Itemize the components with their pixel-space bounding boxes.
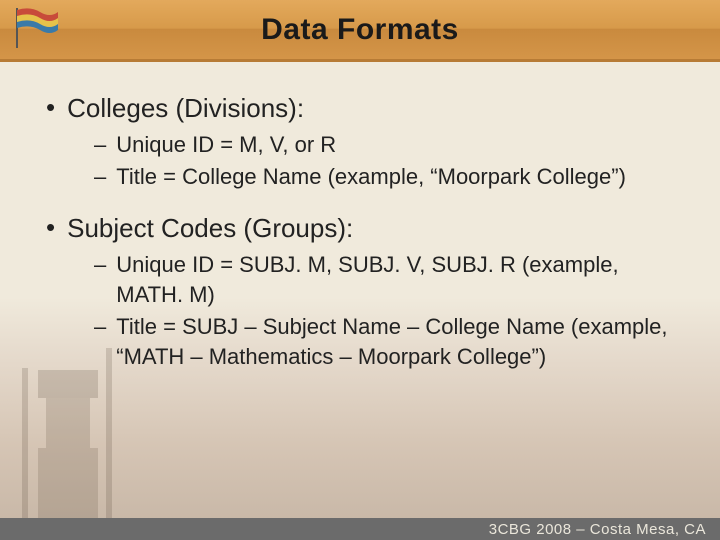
bullet-label: Subject Codes (Groups): — [67, 212, 353, 244]
content-area: • Colleges (Divisions): – Unique ID = M,… — [40, 82, 680, 374]
bullet-dot-icon: • — [46, 212, 55, 242]
dash-icon: – — [94, 250, 106, 280]
dash-icon: – — [94, 162, 106, 192]
bullet-dot-icon: • — [46, 92, 55, 122]
title-bar: Data Formats — [0, 0, 720, 62]
bullet-item: • Subject Codes (Groups): — [40, 212, 680, 244]
sub-bullet-item: – Unique ID = M, V, or R — [94, 130, 680, 160]
sub-bullet-text: Unique ID = M, V, or R — [116, 130, 336, 160]
bullet-label: Colleges (Divisions): — [67, 92, 304, 124]
sub-bullet-text: Unique ID = SUBJ. M, SUBJ. V, SUBJ. R (e… — [116, 250, 676, 310]
sub-bullet-text: Title = SUBJ – Subject Name – College Na… — [116, 312, 676, 372]
slide-title: Data Formats — [261, 13, 459, 47]
slide: Data Formats • Colleges (Divisions): – U… — [0, 0, 720, 540]
dash-icon: – — [94, 312, 106, 342]
sub-bullet-text: Title = College Name (example, “Moorpark… — [116, 162, 626, 192]
sub-bullet-item: – Title = SUBJ – Subject Name – College … — [94, 312, 680, 372]
sub-bullet-item: – Unique ID = SUBJ. M, SUBJ. V, SUBJ. R … — [94, 250, 680, 310]
bullet-item: • Colleges (Divisions): — [40, 92, 680, 124]
footer-bar: 3CBG 2008 – Costa Mesa, CA — [0, 518, 720, 540]
flag-icon — [10, 4, 60, 50]
dash-icon: – — [94, 130, 106, 160]
footer-text: 3CBG 2008 – Costa Mesa, CA — [489, 521, 706, 538]
sub-bullet-item: – Title = College Name (example, “Moorpa… — [94, 162, 680, 192]
